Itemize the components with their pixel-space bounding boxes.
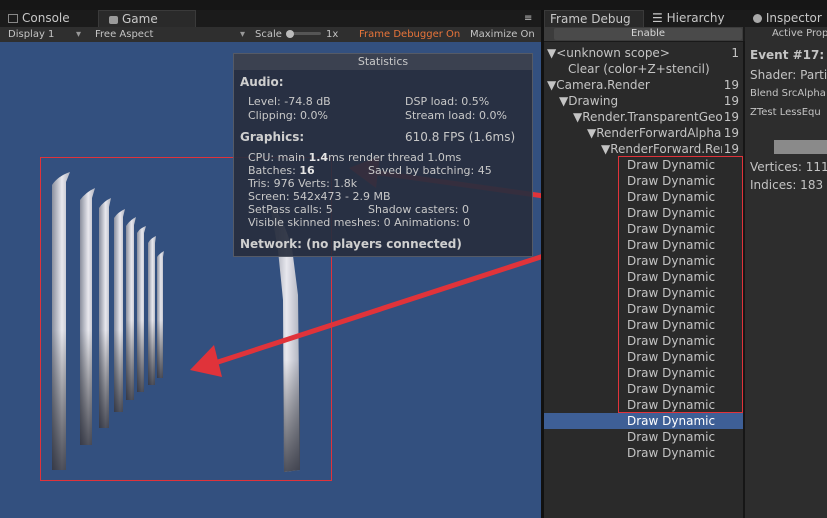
draw-call-row[interactable]: Draw Dynamic (544, 445, 743, 461)
event-row[interactable]: ▼Drawing 19 (544, 93, 743, 109)
draw-call-label: Draw Dynamic (627, 414, 716, 428)
index-count: Indices: 183 (750, 178, 824, 192)
event-count: 19 (721, 109, 739, 125)
event-title: Event #17: D (750, 48, 827, 62)
tris-verts: Tris: 976 Verts: 1.8k (248, 177, 358, 190)
event-label: ▼Drawing (559, 94, 619, 108)
hierarchy-icon: ☰ (652, 11, 663, 25)
event-count: 19 (721, 77, 739, 93)
event-label: ▼<unknown scope> (547, 46, 670, 60)
tab-game[interactable]: Game (98, 10, 196, 27)
menu-icon[interactable]: ≡ (524, 10, 532, 27)
event-label: ▼RenderForwardAlpha. (587, 126, 726, 140)
event-count: 19 (721, 141, 739, 157)
event-row[interactable]: Clear (color+Z+stencil) (544, 61, 743, 77)
fps-readout: 610.8 FPS (1.6ms) (405, 130, 516, 144)
chevron-down-icon: ▾ (76, 29, 82, 40)
inspector-panel (745, 27, 827, 518)
event-row[interactable]: ▼RenderForward.Rer 19 (544, 141, 743, 157)
display-dropdown[interactable]: Display 1 (8, 27, 54, 42)
event-label: ▼RenderForward.Rer (601, 142, 726, 156)
scale-slider-handle[interactable] (286, 30, 294, 38)
scale-label: Scale (255, 29, 282, 40)
audio-level: Level: -74.8 dB (248, 95, 331, 108)
tab-inspector[interactable]: Inspector (753, 10, 822, 27)
enable-button[interactable]: Enable (554, 28, 742, 40)
network-status: Network: (no players connected) (240, 237, 462, 251)
game-toolbar: Display 1 ▾ Free Aspect ▾ Scale 1x Frame… (0, 27, 541, 43)
event-row[interactable]: ▼Render.TransparentGeo 19 (544, 109, 743, 125)
setpass-calls: SetPass calls: 5 (248, 203, 333, 216)
skinned-meshes: Visible skinned meshes: 0 Animations: 0 (248, 216, 471, 229)
frame-debugger-status: Frame Debugger On (359, 29, 461, 40)
event-row[interactable]: ▼RenderForwardAlpha. 19 (544, 125, 743, 141)
event-row[interactable]: ▼Camera.Render 19 (544, 77, 743, 93)
graphics-header: Graphics: (240, 130, 305, 144)
info-icon (753, 14, 762, 23)
scale-value: 1x (326, 29, 339, 40)
screen-info: Screen: 542x473 - 2.9 MB (248, 190, 391, 203)
tab-hierarchy[interactable]: ☰ Hierarchy (652, 10, 725, 27)
event-count: 19 (721, 125, 739, 141)
game-icon (109, 16, 118, 24)
aspect-dropdown[interactable]: Free Aspect (95, 27, 153, 42)
maximize-on-play-toggle[interactable]: Maximize On (470, 27, 535, 42)
annotation-box-draw-calls (618, 156, 743, 413)
ztest-mode: ZTest LessEqu (750, 107, 821, 118)
chevron-down-icon: ▾ (240, 29, 246, 40)
console-icon (8, 14, 18, 23)
event-count: 19 (721, 93, 739, 109)
draw-call-row[interactable]: Draw Dynamic (544, 413, 743, 429)
window-top-strip (0, 0, 827, 10)
tab-console[interactable]: Console (8, 10, 70, 27)
event-count: 1 (729, 45, 739, 61)
active-prop-header: Active Prop (772, 28, 827, 39)
draw-call-label: Draw Dynamic (627, 446, 716, 460)
right-tab-bar: Frame Debug ☰ Hierarchy Inspector (544, 10, 827, 27)
vertex-count: Vertices: 111 (750, 160, 827, 174)
event-row[interactable]: ▼<unknown scope> 1 (544, 45, 743, 61)
active-prop-button[interactable] (774, 140, 827, 154)
cpu-timing: CPU: main 1.4ms render thread 1.0ms (248, 151, 462, 164)
batches: Batches: 16 (248, 164, 315, 177)
draw-call-label: Draw Dynamic (627, 430, 716, 444)
event-label: Clear (color+Z+stencil) (568, 62, 710, 76)
audio-clipping: Clipping: 0.0% (248, 109, 328, 122)
draw-call-row[interactable]: Draw Dynamic (544, 429, 743, 445)
tab-frame-debug[interactable]: Frame Debug (544, 10, 644, 27)
shader-name: Shader: Parti (750, 68, 827, 82)
stream-load: Stream load: 0.0% (405, 109, 507, 122)
statistics-panel: Statistics Audio: Level: -74.8 dB Clippi… (233, 53, 533, 257)
statistics-title: Statistics (234, 54, 532, 70)
blend-mode: Blend SrcAlpha (750, 88, 826, 99)
dsp-load: DSP load: 0.5% (405, 95, 490, 108)
event-label: ▼Camera.Render (547, 78, 650, 92)
event-label: ▼Render.TransparentGeo (573, 110, 723, 124)
left-tab-bar: Console Game ≡ (0, 10, 541, 27)
saved-by-batching: Saved by batching: 45 (368, 164, 492, 177)
shadow-casters: Shadow casters: 0 (368, 203, 469, 216)
audio-header: Audio: (240, 75, 284, 89)
